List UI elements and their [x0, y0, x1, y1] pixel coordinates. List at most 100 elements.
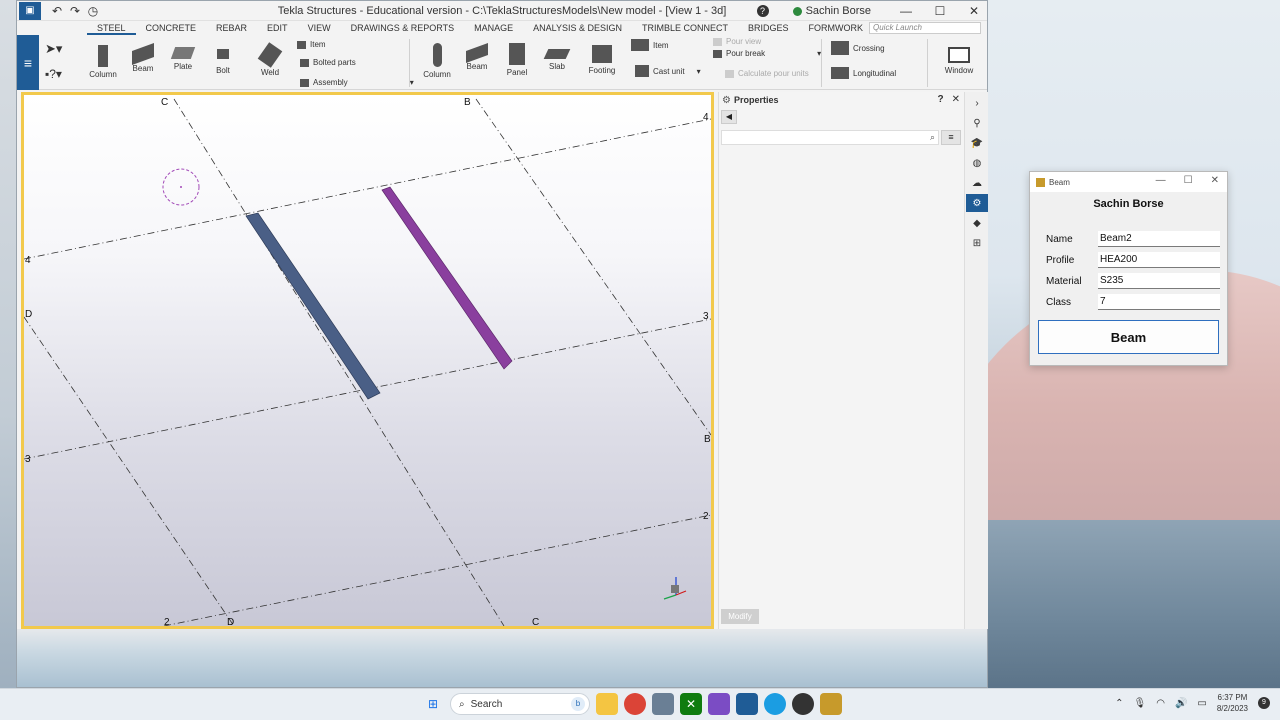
bolted-parts-button[interactable]: Bolted parts: [300, 58, 356, 67]
concrete-column-button[interactable]: Column: [421, 43, 453, 79]
properties-menu-button[interactable]: ≡: [941, 130, 961, 145]
history-icon[interactable]: ◷: [87, 4, 99, 18]
footing-button[interactable]: Footing: [585, 45, 619, 75]
plate-icon: [170, 47, 196, 59]
graduation-icon[interactable]: 🎓: [966, 134, 988, 152]
help-icon[interactable]: ?: [938, 94, 944, 105]
battery-icon[interactable]: ▭: [1197, 698, 1206, 709]
redo-icon[interactable]: ↷: [69, 4, 81, 18]
steel-column-button[interactable]: Column: [87, 45, 119, 79]
steel-plate-button[interactable]: Plate: [167, 47, 199, 71]
beam-blue[interactable]: [245, 212, 381, 400]
beam-app-icon[interactable]: [820, 693, 842, 715]
weld-button[interactable]: Weld: [253, 42, 287, 77]
select-arrow-icon[interactable]: ➤▾: [45, 41, 62, 57]
undo-icon[interactable]: ↶: [51, 4, 63, 18]
concrete-beam-button[interactable]: Beam: [461, 42, 493, 71]
cast-unit-button[interactable]: Cast unit ▾: [635, 65, 701, 77]
globe-icon[interactable]: ◍: [966, 154, 988, 172]
modify-button[interactable]: Modify: [721, 609, 759, 624]
tab-bridges[interactable]: BRIDGES: [738, 21, 799, 35]
item-icon: [297, 40, 306, 49]
camera-app-icon[interactable]: [652, 693, 674, 715]
tab-formwork[interactable]: FORMWORK: [799, 21, 874, 35]
bolt-button[interactable]: Bolt: [207, 49, 239, 75]
volume-icon[interactable]: 🔊: [1175, 698, 1187, 709]
tab-steel[interactable]: STEEL: [87, 21, 136, 35]
window-icon: [948, 47, 970, 63]
window-button[interactable]: Window: [939, 47, 979, 75]
chrome-icon[interactable]: [624, 693, 646, 715]
tab-analysis-design[interactable]: ANALYSIS & DESIGN: [523, 21, 632, 35]
close-button[interactable]: ✕: [961, 4, 987, 18]
windows-start-icon[interactable]: ⊞: [422, 693, 444, 715]
clock[interactable]: 6:37 PM 8/2/2023: [1217, 692, 1248, 714]
xbox-icon[interactable]: ✕: [680, 693, 702, 715]
gear-icon[interactable]: ⚙: [966, 194, 988, 212]
quick-launch-input[interactable]: Quick Launch: [869, 22, 981, 34]
chevron-up-icon[interactable]: ⌃: [1115, 698, 1123, 709]
concrete-item-button[interactable]: Item: [631, 39, 669, 51]
properties-panel: ⚙ Properties ? ✕ ◀ ⌕ ≡ Modify: [718, 92, 964, 629]
user-account[interactable]: Sachin Borse: [792, 5, 871, 17]
pour-break-icon: [713, 49, 722, 58]
work-plane-origin-icon: [162, 168, 200, 206]
side-toolbar: › ⚲ 🎓 ◍ ☁ ⚙ ◆ ⊞: [964, 92, 988, 629]
profile-field[interactable]: [1098, 252, 1220, 268]
name-field[interactable]: [1098, 231, 1220, 247]
apps-icon[interactable]: ⊞: [966, 234, 988, 252]
steel-beam-button[interactable]: Beam: [127, 42, 159, 73]
panel-button[interactable]: Panel: [501, 43, 533, 77]
tekla-taskbar-icon[interactable]: [736, 693, 758, 715]
tab-concrete[interactable]: CONCRETE: [136, 21, 207, 35]
beam-purple[interactable]: [381, 186, 513, 370]
cube-icon[interactable]: ◆: [966, 214, 988, 232]
crossing-button[interactable]: Crossing: [831, 41, 885, 55]
maximize-button[interactable]: ☐: [1184, 175, 1193, 186]
model-view-3d[interactable]: C B 4 4 D 3 3 B 2 2 D C: [21, 92, 714, 629]
back-arrow-button[interactable]: ◀: [721, 110, 737, 124]
dialog-app-icon: [1036, 177, 1045, 187]
assembly-button[interactable]: Assembly ▾: [300, 78, 414, 87]
create-beam-button[interactable]: Beam: [1038, 320, 1219, 354]
calculate-pour-units-button[interactable]: Calculate pour units: [725, 69, 809, 78]
notification-badge[interactable]: 9: [1258, 697, 1270, 709]
minimize-button[interactable]: —: [893, 4, 919, 18]
close-button[interactable]: ✕: [1211, 175, 1219, 186]
cloud-icon[interactable]: ☁: [966, 174, 988, 192]
file-explorer-icon[interactable]: [596, 693, 618, 715]
tab-trimble-connect[interactable]: TRIMBLE CONNECT: [632, 21, 738, 35]
microphone-icon[interactable]: 🎙: [1134, 698, 1147, 709]
close-icon[interactable]: ✕: [952, 94, 960, 105]
search-settings-icon[interactable]: ⚲: [966, 114, 988, 132]
class-field[interactable]: [1098, 294, 1220, 310]
side-pane-toggle-button[interactable]: ≡: [17, 35, 39, 90]
system-tray: ⌃ 🎙 ◠ 🔊 ▭ 6:37 PM 8/2/2023 9: [1115, 692, 1270, 714]
pour-view-button[interactable]: Pour view: [713, 37, 761, 46]
help-icon[interactable]: ?: [756, 5, 769, 17]
tab-rebar[interactable]: REBAR: [206, 21, 257, 35]
minimize-button[interactable]: —: [1156, 175, 1166, 186]
query-icon[interactable]: ▪?▾: [45, 67, 62, 81]
dialog-heading: Sachin Borse: [1093, 198, 1164, 210]
wifi-icon[interactable]: ◠: [1156, 698, 1165, 709]
longitudinal-button[interactable]: Longitudinal: [831, 67, 896, 79]
tab-manage[interactable]: MANAGE: [464, 21, 523, 35]
edge-icon[interactable]: [764, 693, 786, 715]
material-field[interactable]: [1098, 273, 1220, 289]
app-icon[interactable]: [792, 693, 814, 715]
model-canvas[interactable]: C B 4 4 D 3 3 B 2 2 D C: [24, 95, 711, 626]
chevron-right-icon[interactable]: ›: [966, 94, 988, 112]
visual-studio-icon[interactable]: [708, 693, 730, 715]
maximize-button[interactable]: ☐: [927, 4, 953, 18]
taskbar-search[interactable]: ⌕ Search b: [450, 693, 590, 715]
slab-button[interactable]: Slab: [541, 49, 573, 71]
tekla-app-icon[interactable]: ▣: [19, 1, 41, 20]
bing-icon: b: [571, 697, 585, 711]
tab-edit[interactable]: EDIT: [257, 21, 298, 35]
tab-view[interactable]: VIEW: [298, 21, 341, 35]
steel-item-button[interactable]: Item: [297, 40, 326, 49]
tab-drawings-reports[interactable]: DRAWINGS & REPORTS: [341, 21, 465, 35]
pour-break-button[interactable]: Pour break ▾: [713, 49, 821, 58]
properties-search-input[interactable]: ⌕: [721, 130, 939, 145]
